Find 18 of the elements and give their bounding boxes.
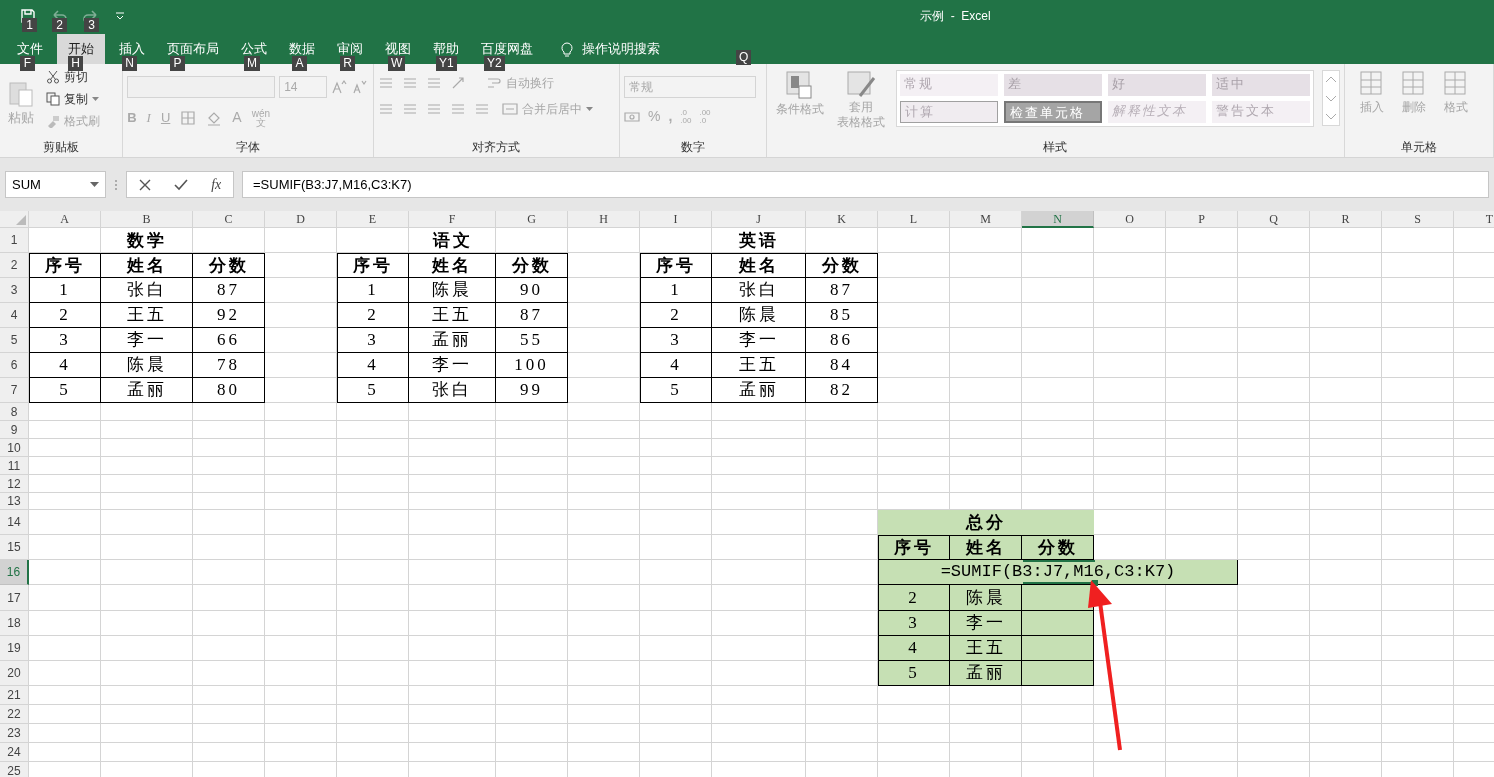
group-label: 单元格 [1400,139,1438,156]
keytip-tooltip: P [170,56,185,71]
keytip-tooltip: N [122,56,137,71]
group-label: 数字 [679,139,706,156]
keytip-tooltip: F [20,56,35,71]
group-label: 字体 [234,139,261,156]
group-label: 剪贴板 [42,139,81,156]
window-title: 示例 - Excel [920,8,991,25]
keytip-tooltip: H [68,56,83,71]
keytip-tooltip: W [388,56,406,71]
keytip-tooltip: Y2 [484,56,505,71]
group-label: 对齐方式 [471,139,522,156]
keytip-tooltip: Q [736,50,752,65]
keytip-tooltip: A [292,56,307,71]
group-label: 样式 [1042,139,1069,156]
keytip-tooltip: R [340,56,355,71]
keytip-tooltip: M [244,56,260,71]
keytip-tooltip: Y1 [436,56,457,71]
